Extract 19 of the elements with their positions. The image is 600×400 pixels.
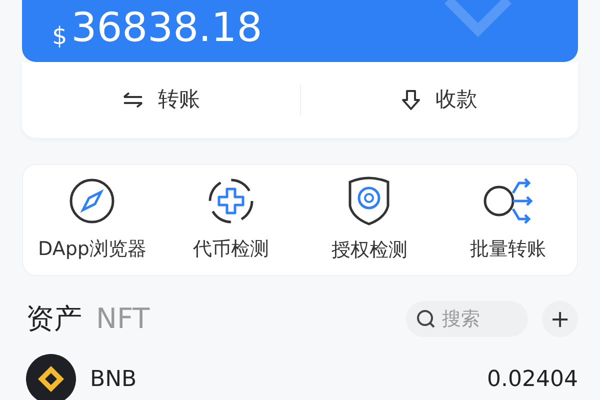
- search-field[interactable]: 搜索: [406, 301, 528, 337]
- swap-arrows-icon: [122, 91, 144, 109]
- balance-amount: 36838.18: [71, 8, 262, 48]
- receive-button[interactable]: 收款: [300, 83, 578, 117]
- asset-amount: 0.02404: [487, 366, 578, 394]
- compass-icon: [68, 176, 116, 225]
- currency-symbol: $: [52, 24, 68, 48]
- compass-tool-label[interactable]: DApp浏览器: [38, 234, 146, 264]
- token-tool-label[interactable]: 代币检测: [192, 234, 269, 264]
- asset-name: BNB: [90, 366, 137, 394]
- shield-icon: [347, 176, 392, 226]
- shield-tool-label[interactable]: 授权检测: [331, 236, 408, 264]
- add-button[interactable]: +: [542, 301, 578, 337]
- plus-scan-icon: [206, 176, 255, 225]
- down-arrow-icon: [401, 89, 422, 111]
- batch-tool-label[interactable]: 批量转账: [470, 234, 546, 264]
- transfer-button[interactable]: 转账: [22, 83, 300, 117]
- coin-icon: [26, 354, 76, 400]
- tab[interactable]: 资产: [26, 298, 96, 340]
